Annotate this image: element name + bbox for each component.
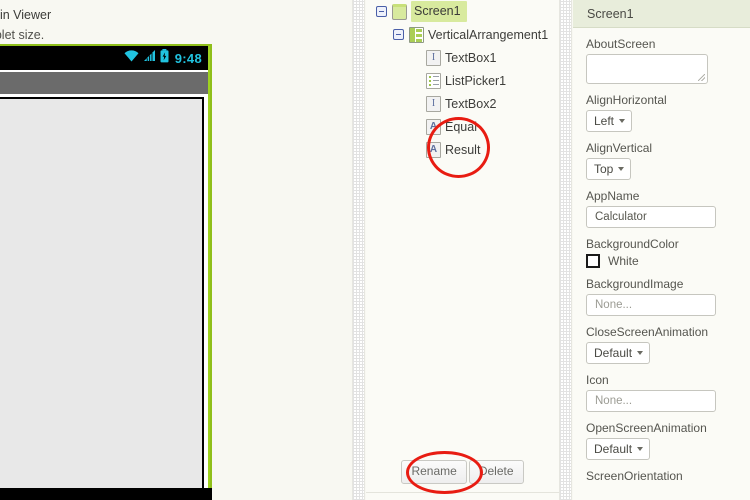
properties-panel: Screen1 AboutScreen AlignHorizontal Left… [573, 0, 750, 500]
rename-button[interactable]: Rename [401, 460, 467, 484]
app-title-bar [0, 72, 208, 94]
label-icon: A [426, 118, 441, 135]
vertical-arrangement-preview[interactable] [0, 105, 170, 237]
select-value: Default [594, 442, 633, 456]
property-backgroundimage: BackgroundImage None... [586, 277, 738, 316]
phone-bottom-bezel [0, 488, 212, 500]
icon-input[interactable]: None... [586, 390, 716, 412]
color-swatch-icon [586, 254, 600, 268]
textbox-icon: I [426, 49, 441, 66]
tree-node-label: VerticalArrangement1 [428, 27, 549, 42]
backgroundimage-input[interactable]: None... [586, 294, 716, 316]
tree-node-listpicker1[interactable]: ListPicker1 [366, 69, 559, 92]
select-value: Top [594, 162, 614, 176]
status-bar-clock: 9:48 [174, 50, 202, 66]
listpicker-icon [426, 72, 441, 89]
collapse-minus-icon[interactable] [376, 6, 387, 17]
property-label: OpenScreenAnimation [586, 421, 707, 435]
property-label: AppName [586, 189, 640, 203]
tree-node-label: ListPicker1 [445, 73, 507, 88]
property-openscreenanimation: OpenScreenAnimation Default [586, 421, 738, 460]
tree-properties-splitter[interactable] [559, 0, 572, 500]
screen-icon [392, 3, 407, 20]
chevron-down-icon [618, 167, 625, 171]
aboutscreen-textarea[interactable] [586, 54, 708, 84]
properties-list: AboutScreen AlignHorizontal Left AlignVe… [573, 28, 750, 483]
property-label: BackgroundImage [586, 277, 684, 291]
select-value: Default [594, 346, 633, 360]
property-screenorientation: ScreenOrientation [586, 469, 738, 483]
property-label: AlignVertical [586, 141, 653, 155]
phone-screen: 9:48 [0, 46, 208, 500]
property-label: AboutScreen [586, 37, 656, 51]
viewer-subheading: w on Tablet size. [0, 28, 45, 42]
openscreenanimation-select[interactable]: Default [586, 438, 651, 460]
tree-node-label: TextBox1 [445, 50, 497, 65]
property-label: CloseScreenAnimation [586, 325, 709, 339]
components-tree-panel: Screen1 VerticalArrangement1 I TextBox1 … [366, 0, 559, 500]
tree-action-buttons: Rename Delete [366, 460, 559, 484]
tree-node-textbox2[interactable]: I TextBox2 [366, 92, 559, 115]
property-alignhorizontal: AlignHorizontal Left [586, 93, 738, 132]
property-aboutscreen: AboutScreen [586, 37, 738, 84]
tree-panel-divider [366, 492, 559, 493]
wifi-icon [124, 49, 139, 67]
tree-node-screen1[interactable]: Screen1 [366, 0, 559, 23]
tree-node-label: Result [445, 142, 481, 157]
tree-node-label: Screen1 [411, 1, 467, 22]
tree-node-equal[interactable]: A Equal [366, 115, 559, 138]
battery-icon [160, 48, 169, 68]
property-label: BackgroundColor [586, 237, 679, 251]
closescreenanimation-select[interactable]: Default [586, 342, 651, 364]
alignvertical-select[interactable]: Top [586, 158, 632, 180]
viewer-heading: ponents in Viewer [0, 8, 52, 22]
property-alignvertical: AlignVertical Top [586, 141, 738, 180]
alignhorizontal-select[interactable]: Left [586, 110, 633, 132]
viewer-tree-splitter[interactable] [352, 0, 365, 500]
backgroundcolor-picker[interactable]: White [586, 254, 738, 268]
viewer-panel: ponents in Viewer w on Tablet size. [0, 0, 348, 500]
property-appname: AppName Calculator [586, 189, 738, 228]
tree-node-verticalarrangement1[interactable]: VerticalArrangement1 [366, 23, 559, 46]
signal-icon [143, 49, 156, 67]
appname-input[interactable]: Calculator [586, 206, 716, 228]
delete-button[interactable]: Delete [468, 460, 524, 484]
chevron-down-icon [637, 447, 644, 451]
select-value: Left [594, 114, 615, 128]
android-status-bar: 9:48 [0, 46, 208, 70]
screen-canvas[interactable] [0, 97, 204, 500]
tree-node-result[interactable]: A Result [366, 138, 559, 161]
property-closescreenanimation: CloseScreenAnimation Default [586, 325, 738, 364]
property-backgroundcolor: BackgroundColor White [586, 237, 738, 268]
phone-preview-frame: 9:48 [0, 44, 212, 500]
tree-node-label: TextBox2 [445, 96, 497, 111]
property-label: AlignHorizontal [586, 93, 667, 107]
textbox-icon: I [426, 95, 441, 112]
chevron-down-icon [637, 351, 644, 355]
label-icon: A [426, 141, 441, 158]
tree-node-textbox1[interactable]: I TextBox1 [366, 46, 559, 69]
chevron-down-icon [619, 119, 626, 123]
arrangement-icon [409, 26, 424, 43]
property-label: ScreenOrientation [586, 469, 683, 483]
property-icon: Icon None... [586, 373, 738, 412]
collapse-minus-icon[interactable] [393, 29, 404, 40]
properties-header: Screen1 [573, 0, 750, 28]
property-label: Icon [586, 373, 609, 387]
color-value: White [608, 254, 639, 268]
app-inventor-designer: ponents in Viewer w on Tablet size. [0, 0, 750, 500]
tree-node-label: Equal [445, 119, 477, 134]
